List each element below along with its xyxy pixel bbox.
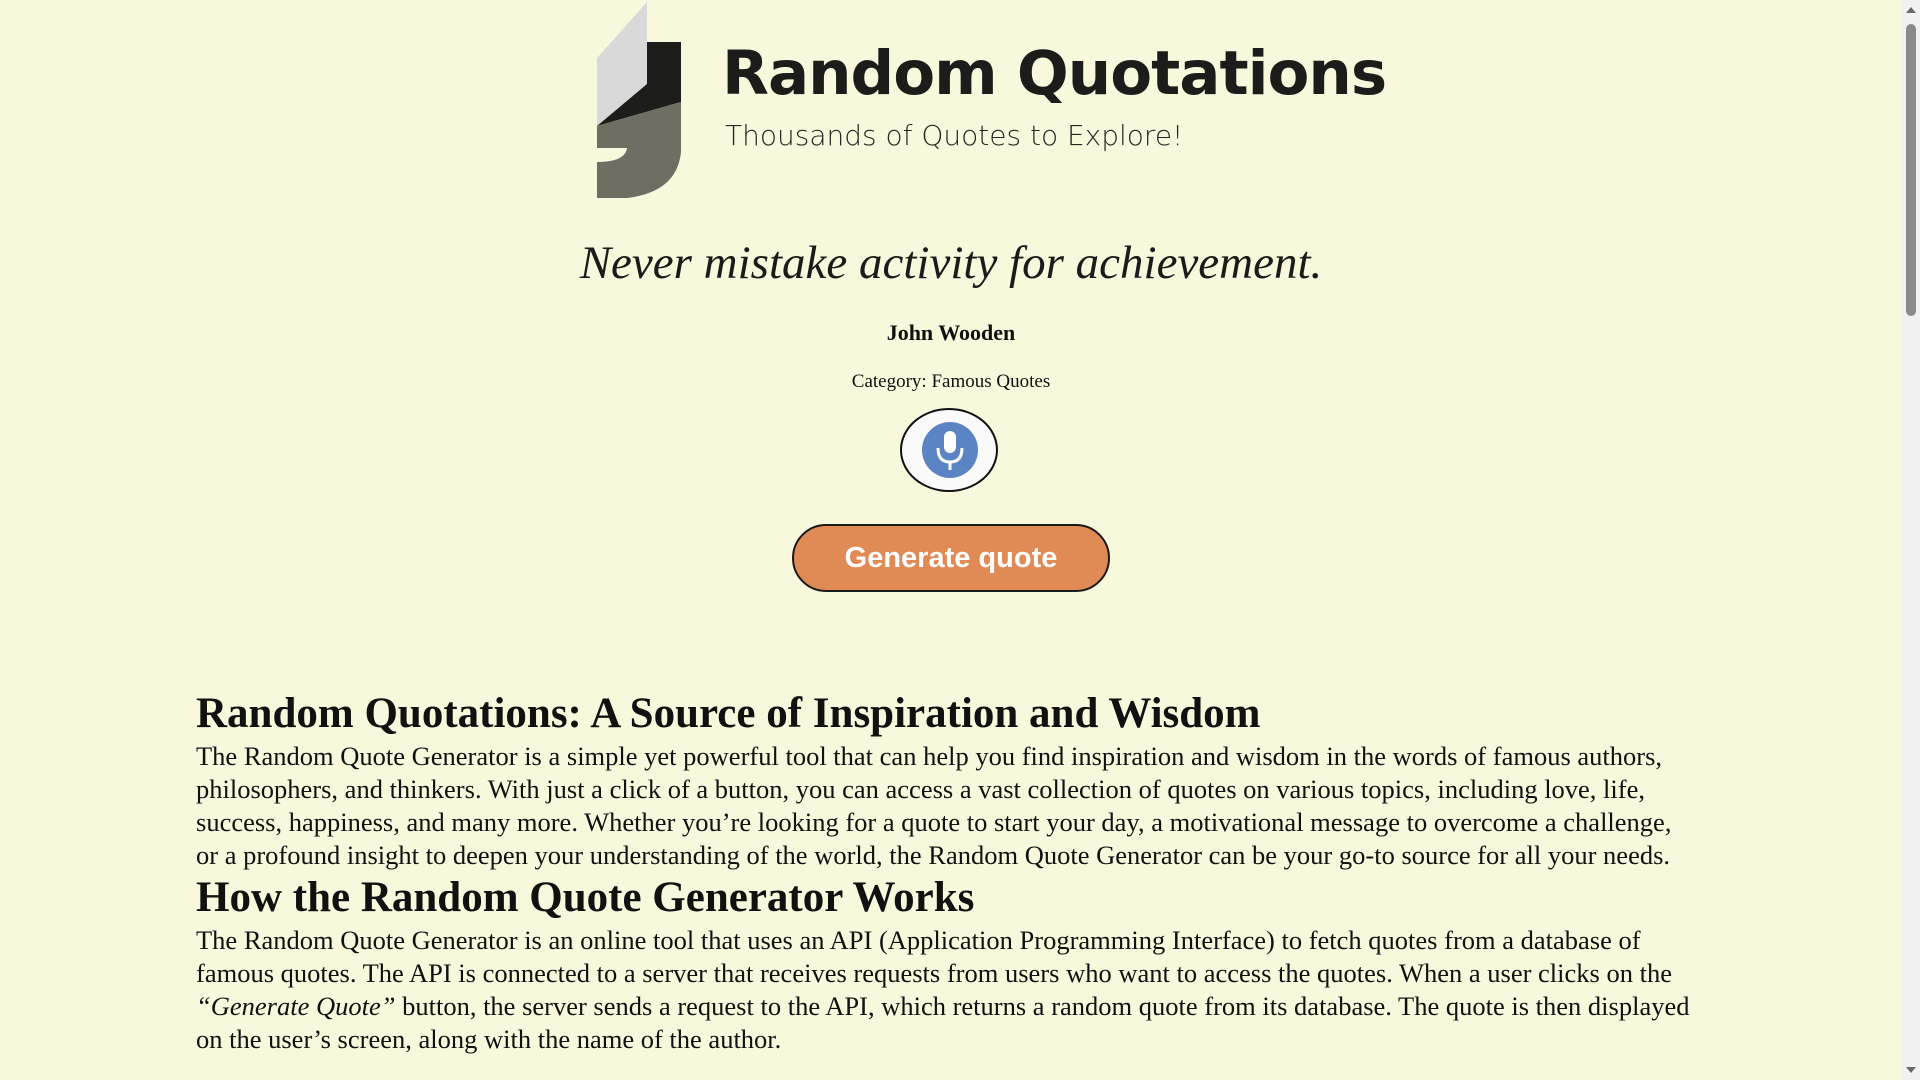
quote-mark-logo-icon[interactable] bbox=[597, 2, 681, 198]
section-heading-inspiration: Random Quotations: A Source of Inspirati… bbox=[196, 690, 1261, 737]
section-heading-how-it-works: How the Random Quote Generator Works bbox=[196, 874, 975, 921]
category-value: Famous Quotes bbox=[931, 371, 1051, 392]
body-text: button, the server sends a request to th… bbox=[196, 991, 1690, 1054]
site-header: Random Quotations Thousands of Quotes to… bbox=[597, 2, 1387, 198]
scroll-down-arrow-icon[interactable] bbox=[1906, 1067, 1916, 1073]
generate-quote-emphasis: “Generate Quote” bbox=[196, 991, 396, 1021]
speak-quote-button[interactable] bbox=[900, 408, 998, 492]
quote-text: Never mistake activity for achievement. bbox=[579, 237, 1323, 289]
body-text: The Random Quote Generator is an online … bbox=[196, 925, 1672, 988]
quote-author: John Wooden bbox=[886, 320, 1016, 345]
microphone-icon bbox=[922, 422, 978, 478]
section-body-inspiration: The Random Quote Generator is a simple y… bbox=[196, 741, 1672, 870]
category-label: Category: bbox=[851, 371, 927, 392]
site-tagline: Thousands of Quotes to Explore! bbox=[725, 119, 1184, 152]
article-content: Random Quotations: A Source of Inspirati… bbox=[196, 688, 1696, 1056]
scrollbar-thumb[interactable] bbox=[1906, 24, 1916, 316]
section-body-how-it-works: The Random Quote Generator is an online … bbox=[196, 924, 1696, 1056]
scroll-up-arrow-icon[interactable] bbox=[1906, 7, 1916, 13]
vertical-scrollbar[interactable] bbox=[1902, 0, 1920, 1080]
generate-quote-button[interactable]: Generate quote bbox=[792, 524, 1110, 592]
quote-category: Category: Famous Quotes bbox=[0, 371, 1902, 393]
site-title[interactable]: Random Quotations bbox=[722, 38, 1387, 109]
page: Random Quotations Thousands of Quotes to… bbox=[0, 0, 1902, 1080]
